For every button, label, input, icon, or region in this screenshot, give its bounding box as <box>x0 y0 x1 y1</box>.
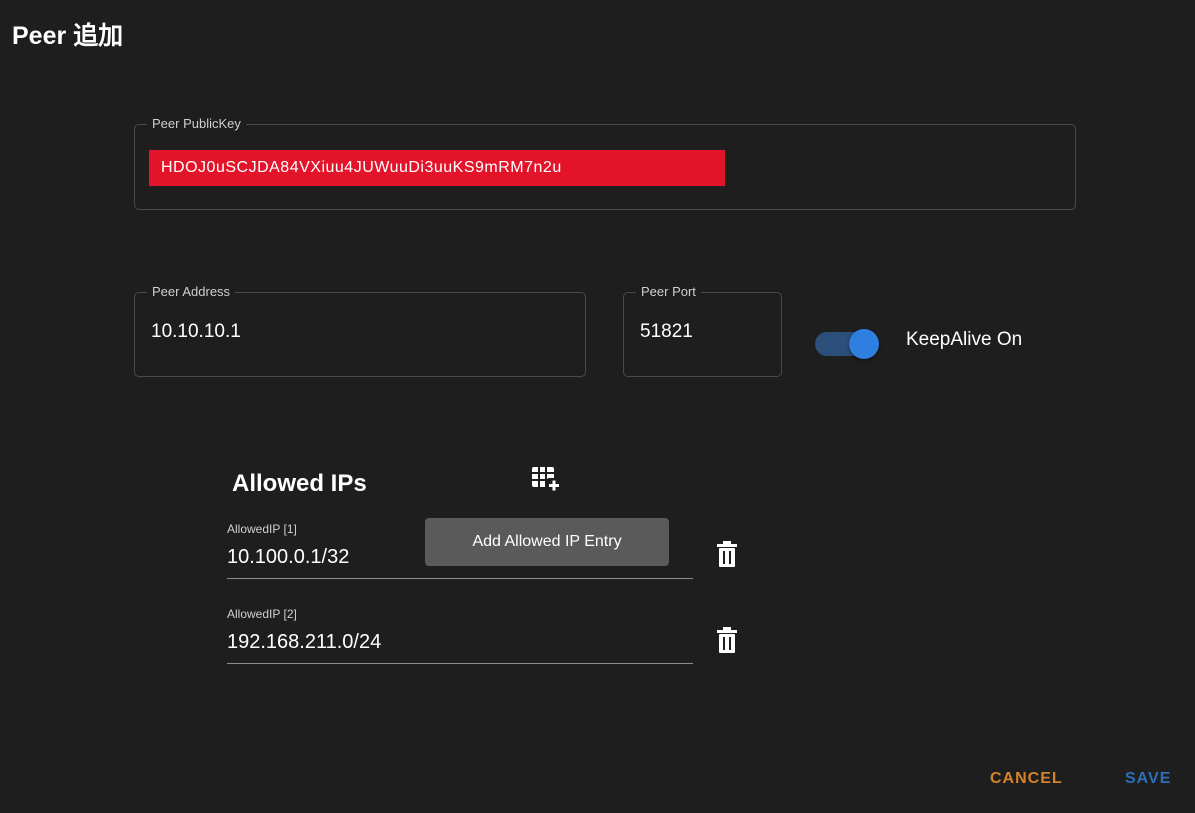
peer-port-label: Peer Port <box>636 283 701 301</box>
public-key-redaction: HDOJ0uSCJDA84VXiuu4JUWuuDi3uuKS9mRM7n2u <box>149 150 725 186</box>
peer-address-value[interactable]: 10.10.10.1 <box>151 321 241 343</box>
peer-add-dialog: Peer 追加 Peer PublicKey HDOJ0uSCJDA84VXiu… <box>0 0 1195 813</box>
keepalive-toggle[interactable] <box>815 329 881 359</box>
peer-port-field[interactable]: Peer Port 51821 <box>623 283 782 377</box>
keepalive-label: KeepAlive On <box>906 329 1023 350</box>
trash-icon[interactable] <box>716 627 738 653</box>
allowed-ip-value[interactable]: 10.100.0.1/32 <box>227 546 349 569</box>
allowed-ips-title: Allowed IPs <box>232 470 367 497</box>
grid-plus-icon[interactable] <box>529 464 565 496</box>
dialog-title: Peer 追加 <box>12 22 124 50</box>
public-key-value[interactable]: HDOJ0uSCJDA84VXiuu4JUWuuDi3uuKS9mRM7n2u <box>161 159 562 177</box>
allowed-ip-label: AllowedIP [1] <box>227 522 297 536</box>
public-key-field[interactable]: Peer PublicKey HDOJ0uSCJDA84VXiuu4JUWuuD… <box>134 115 1076 210</box>
allowed-ip-label: AllowedIP [2] <box>227 607 297 621</box>
trash-icon[interactable] <box>716 541 738 567</box>
keepalive-toggle-thumb <box>849 329 879 359</box>
public-key-label: Peer PublicKey <box>147 115 246 133</box>
cancel-button[interactable]: CANCEL <box>990 770 1063 788</box>
save-button[interactable]: SAVE <box>1125 770 1171 788</box>
add-entry-tooltip: Add Allowed IP Entry <box>425 518 669 566</box>
allowed-ip-value[interactable]: 192.168.211.0/24 <box>227 631 381 654</box>
peer-address-field[interactable]: Peer Address 10.10.10.1 <box>134 283 586 377</box>
peer-address-label: Peer Address <box>147 283 236 301</box>
peer-port-value[interactable]: 51821 <box>640 321 693 343</box>
allowed-ip-entry-2[interactable]: AllowedIP [2] 192.168.211.0/24 <box>227 607 693 664</box>
